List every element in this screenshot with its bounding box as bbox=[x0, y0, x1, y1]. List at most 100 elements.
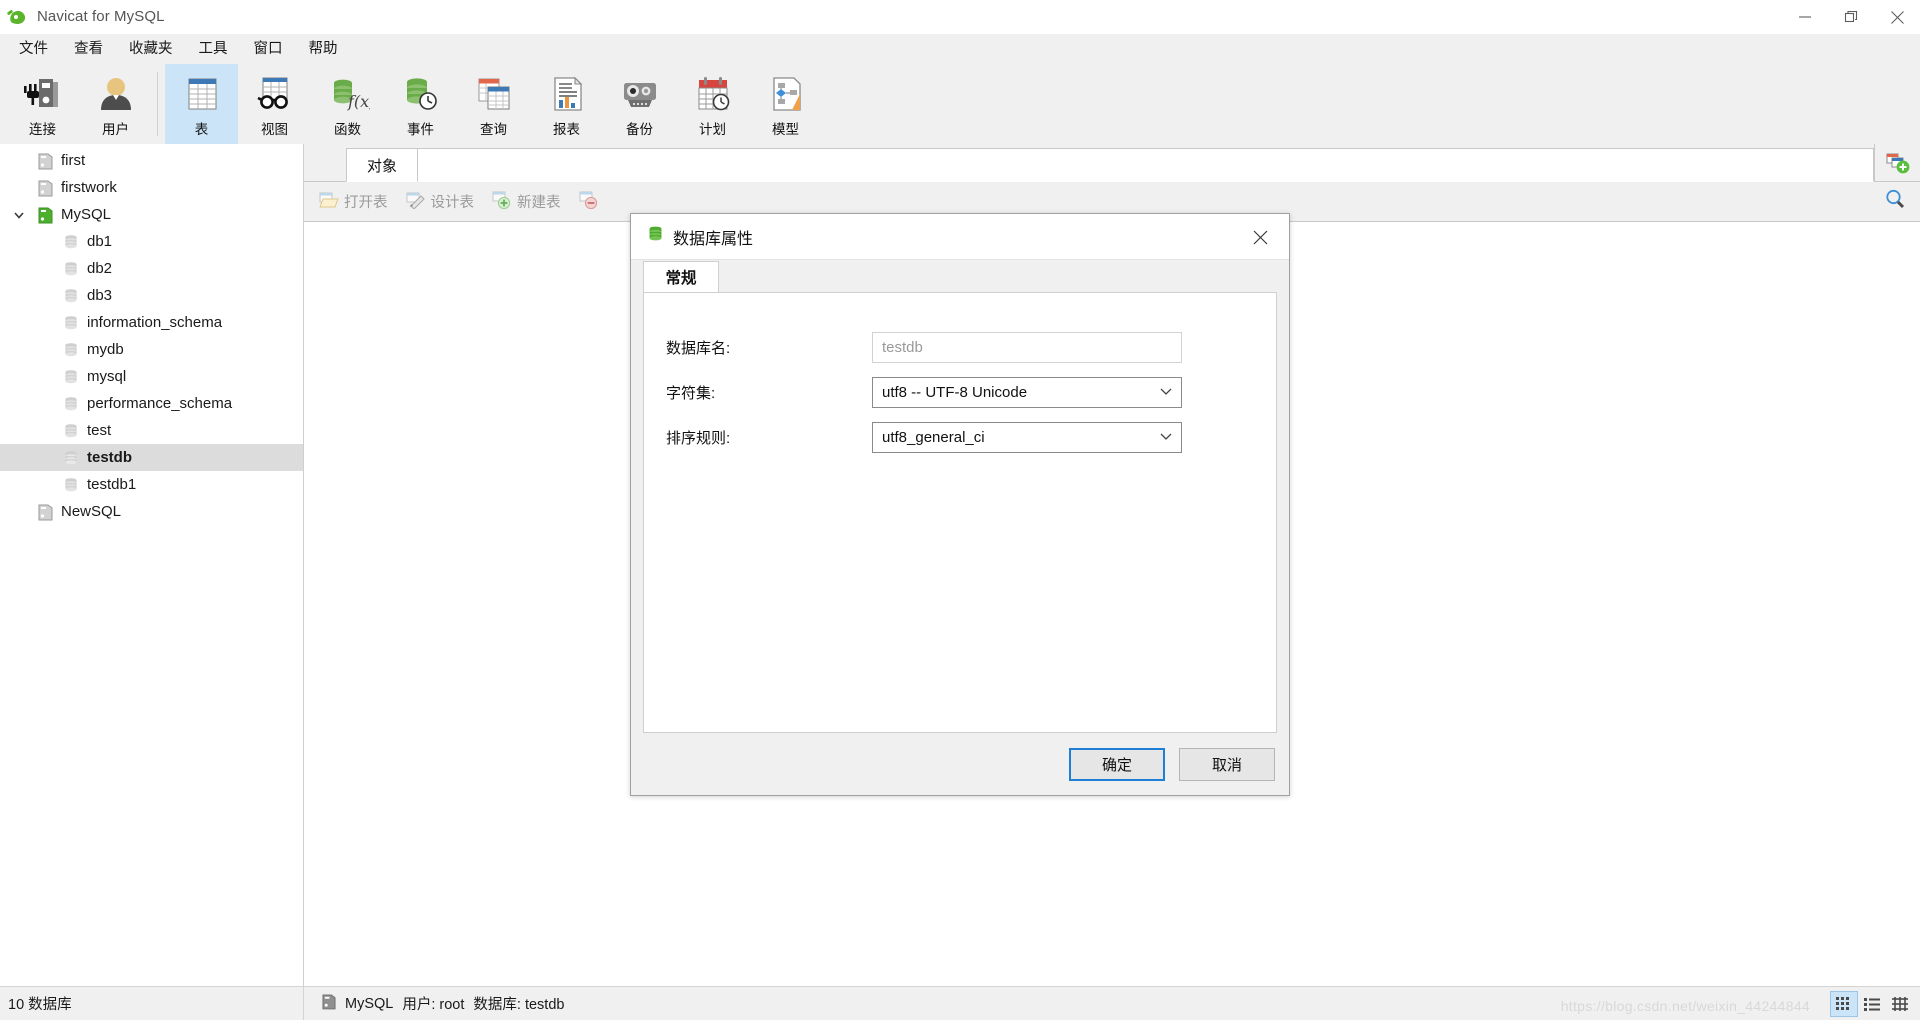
tree-item-information_schema[interactable]: information_schema bbox=[0, 309, 303, 336]
status-connection-name: MySQL bbox=[345, 995, 394, 1012]
database-name-input[interactable]: testdb bbox=[872, 332, 1182, 363]
tree-item-db3[interactable]: db3 bbox=[0, 282, 303, 309]
tree-item-mydb[interactable]: mydb bbox=[0, 336, 303, 363]
toolbar-button-table[interactable]: 表 bbox=[165, 64, 238, 144]
tree-item-label: db1 bbox=[87, 233, 113, 250]
toolbar-label: 表 bbox=[194, 122, 209, 137]
backup-tape-icon bbox=[618, 71, 662, 116]
schedule-calendar-icon bbox=[691, 71, 735, 116]
tree-item-first[interactable]: first bbox=[0, 147, 303, 174]
toolbar-label: 报表 bbox=[553, 122, 580, 137]
database-icon bbox=[58, 369, 84, 385]
new-table-button[interactable]: 新建表 bbox=[485, 188, 568, 216]
object-search-button[interactable] bbox=[1884, 188, 1906, 215]
toolbar-button-connection[interactable]: 连接 bbox=[6, 64, 79, 144]
tree-item-newsql[interactable]: NewSQL bbox=[0, 498, 303, 525]
new-tab-icon[interactable] bbox=[1874, 144, 1920, 181]
status-bar: 10 数据库 MySQL 用户: root 数据库: testdb https:… bbox=[0, 986, 1920, 1020]
title-bar: Navicat for MySQL bbox=[0, 0, 1920, 34]
tree-item-label: mysql bbox=[87, 368, 127, 385]
tree-item-label: mydb bbox=[87, 341, 124, 358]
report-chart-icon bbox=[545, 71, 589, 116]
database-properties-dialog: 数据库属性 常规 数据库名: testdb 字符集: utf8 -- UTF-8… bbox=[630, 213, 1290, 796]
toolbar-button-event[interactable]: 事件 bbox=[384, 64, 457, 144]
tree-item-label: first bbox=[61, 152, 86, 169]
detail-view-icon[interactable] bbox=[1886, 991, 1914, 1017]
toolbar-button-model[interactable]: 模型 bbox=[749, 64, 822, 144]
tree-item-mysql[interactable]: MySQL bbox=[0, 201, 303, 228]
charset-select[interactable]: utf8 -- UTF-8 Unicode bbox=[872, 377, 1182, 408]
database-icon bbox=[58, 450, 84, 466]
menu-window[interactable]: 窗口 bbox=[241, 38, 296, 61]
tab-objects[interactable]: 对象 bbox=[346, 148, 418, 182]
tree-item-testdb[interactable]: testdb bbox=[0, 444, 303, 471]
database-icon bbox=[58, 288, 84, 304]
toolbar-label: 模型 bbox=[772, 122, 799, 137]
tab-label: 常规 bbox=[665, 270, 697, 287]
tree-item-label: testdb bbox=[87, 449, 132, 466]
toolbar-button-user[interactable]: 用户 bbox=[79, 64, 158, 144]
minimize-icon[interactable] bbox=[1782, 0, 1828, 34]
toolbar-button-function[interactable]: f(x) 函数 bbox=[311, 64, 384, 144]
search-icon bbox=[1884, 188, 1906, 215]
svg-text:f(x): f(x) bbox=[347, 92, 370, 111]
status-database: 数据库: testdb bbox=[473, 997, 565, 1013]
database-icon bbox=[58, 477, 84, 493]
charset-value: utf8 -- UTF-8 Unicode bbox=[882, 384, 1028, 401]
database-icon bbox=[58, 261, 84, 277]
ok-button[interactable]: 确定 bbox=[1069, 747, 1165, 781]
tree-item-firstwork[interactable]: firstwork bbox=[0, 174, 303, 201]
delete-table-button[interactable] bbox=[572, 188, 611, 216]
open-table-icon bbox=[319, 191, 339, 213]
navicat-leaf-icon bbox=[6, 7, 28, 27]
new-table-icon bbox=[492, 191, 512, 213]
tree-item-test[interactable]: test bbox=[0, 417, 303, 444]
close-icon[interactable] bbox=[1237, 214, 1283, 260]
collation-select[interactable]: utf8_general_ci bbox=[872, 422, 1182, 453]
toolbar-button-view[interactable]: 视图 bbox=[238, 64, 311, 144]
tree-item-testdb1[interactable]: testdb1 bbox=[0, 471, 303, 498]
collation-label: 排序规则: bbox=[666, 430, 731, 447]
tree-item-mysql-db[interactable]: mysql bbox=[0, 363, 303, 390]
design-table-button[interactable]: 设计表 bbox=[399, 188, 482, 216]
tree-item-label: NewSQL bbox=[61, 503, 122, 520]
server-gray-icon bbox=[32, 503, 58, 521]
database-icon bbox=[58, 342, 84, 358]
menu-favorites[interactable]: 收藏夹 bbox=[116, 38, 186, 61]
menu-help[interactable]: 帮助 bbox=[296, 38, 351, 61]
toolbar-button-backup[interactable]: 备份 bbox=[603, 64, 676, 144]
model-diagram-icon bbox=[764, 71, 808, 116]
tab-general[interactable]: 常规 bbox=[643, 261, 719, 292]
grid-view-icon[interactable] bbox=[1830, 990, 1858, 1017]
menu-view[interactable]: 查看 bbox=[61, 38, 116, 61]
tree-item-db2[interactable]: db2 bbox=[0, 255, 303, 282]
chevron-down-icon[interactable] bbox=[6, 209, 32, 221]
connection-tree[interactable]: first firstwork MySQL db1 db2 db3 inform… bbox=[0, 144, 304, 986]
dialog-buttons: 确定 取消 bbox=[631, 733, 1289, 795]
tree-item-label: information_schema bbox=[87, 314, 223, 331]
menu-file[interactable]: 文件 bbox=[6, 38, 61, 61]
close-icon[interactable] bbox=[1874, 0, 1920, 34]
query-icon bbox=[472, 71, 516, 116]
dialog-panel: 数据库名: testdb 字符集: utf8 -- UTF-8 Unicode … bbox=[643, 292, 1277, 733]
toolbar-button-schedule[interactable]: 计划 bbox=[676, 64, 749, 144]
tab-strip: 对象 bbox=[304, 144, 1920, 182]
list-view-icon[interactable] bbox=[1858, 991, 1886, 1017]
open-table-button[interactable]: 打开表 bbox=[312, 188, 395, 216]
tab-filler bbox=[418, 148, 1874, 182]
tree-item-db1[interactable]: db1 bbox=[0, 228, 303, 255]
server-gray-icon bbox=[32, 152, 58, 170]
user-icon bbox=[94, 71, 138, 116]
restore-icon[interactable] bbox=[1828, 0, 1874, 34]
cancel-button[interactable]: 取消 bbox=[1179, 747, 1275, 781]
collation-value: utf8_general_ci bbox=[882, 429, 985, 446]
toolbar-button-report[interactable]: 报表 bbox=[530, 64, 603, 144]
database-icon bbox=[58, 234, 84, 250]
toolbar-label: 查询 bbox=[480, 122, 507, 137]
toolbar-button-query[interactable]: 查询 bbox=[457, 64, 530, 144]
design-table-icon bbox=[406, 191, 426, 213]
menu-tools[interactable]: 工具 bbox=[186, 38, 241, 61]
tree-item-performance_schema[interactable]: performance_schema bbox=[0, 390, 303, 417]
database-icon bbox=[58, 315, 84, 331]
chevron-down-icon bbox=[1160, 423, 1172, 452]
